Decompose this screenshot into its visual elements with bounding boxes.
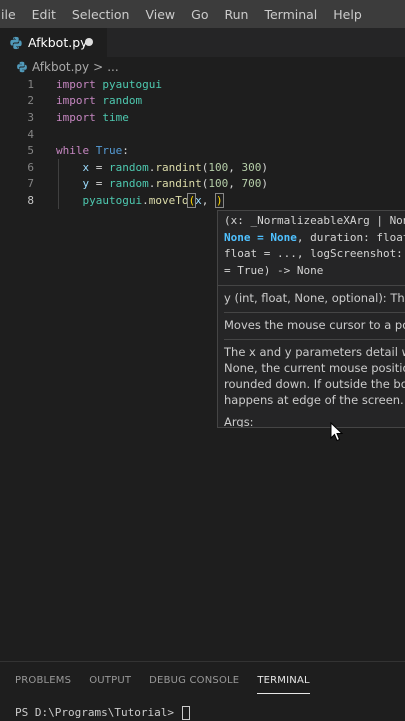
code-token: . [142, 193, 149, 207]
code-line[interactable]: 7 y = random.randint(100, 700) [0, 176, 405, 193]
code-token: random [102, 94, 143, 108]
line-number: 4 [27, 127, 34, 141]
menu-view[interactable]: View [137, 7, 183, 22]
code-token: 700 [241, 177, 262, 191]
mouse-pointer-icon [330, 422, 344, 442]
code-line[interactable]: 4 [0, 126, 405, 143]
line-number: 1 [27, 77, 34, 91]
code-text: while True: [56, 144, 129, 157]
code-token: moveTo [148, 193, 189, 207]
tab-label: Afkbot.py [28, 35, 88, 50]
bottom-panel: PROBLEMS OUTPUT DEBUG CONSOLE TERMINAL P… [0, 661, 405, 721]
code-token: x [195, 193, 202, 207]
menu-bar: ile Edit Selection View Go Run Terminal … [0, 0, 405, 28]
popup-divider [224, 339, 405, 340]
terminal-cursor [181, 706, 190, 720]
menu-terminal[interactable]: Terminal [256, 7, 325, 22]
signature-docs: y (int, float, None, optional): The y Mo… [218, 290, 405, 428]
code-text: import random [56, 94, 142, 107]
menu-file[interactable]: ile [0, 7, 24, 22]
line-number: 8 [27, 193, 34, 207]
code-line[interactable]: 6 x = random.randint(100, 300) [0, 159, 405, 176]
code-token: time [102, 110, 129, 124]
tab-output[interactable]: OUTPUT [89, 675, 131, 686]
code-token: pyautogui [102, 77, 162, 91]
detail-doc: The x and y parameters detail whe None, … [224, 345, 405, 407]
menu-selection[interactable]: Selection [64, 7, 138, 22]
popup-divider [224, 312, 405, 313]
signature-help-popup: (x: _NormalizeableXArg | None None = Non… [217, 210, 405, 428]
summary-doc: Moves the mouse cursor to a point [224, 318, 405, 332]
code-token: random [109, 177, 149, 191]
code-line[interactable]: 5 while True: [0, 142, 405, 159]
code-token: pyautogui [82, 193, 143, 207]
line-number: 7 [27, 177, 34, 191]
code-token: : [122, 144, 129, 158]
line-number: 6 [27, 160, 34, 174]
code-token: True [95, 144, 123, 158]
code-line[interactable]: 1 import pyautogui [0, 76, 405, 93]
code-line[interactable]: 3 import time [0, 109, 405, 126]
menu-go[interactable]: Go [183, 7, 216, 22]
terminal-prompt[interactable]: PS D:\Programs\Tutorial> [15, 706, 190, 720]
code-token: , [201, 193, 215, 207]
popup-divider [218, 285, 405, 286]
code-token: ) [215, 192, 224, 208]
tab-terminal[interactable]: TERMINAL [257, 675, 311, 694]
code-token: randint [155, 177, 202, 191]
tab-debug-console[interactable]: DEBUG CONSOLE [149, 675, 239, 686]
code-token: = [89, 177, 109, 191]
code-token: while [56, 144, 90, 158]
code-token: import [56, 110, 96, 124]
tab-problems[interactable]: PROBLEMS [15, 675, 71, 686]
signature-text: (x: _NormalizeableXArg | None None = Non… [224, 214, 405, 277]
unsaved-dot-icon[interactable] [85, 38, 93, 46]
line-number: 5 [27, 144, 34, 158]
python-file-icon [17, 61, 27, 73]
code-line[interactable]: 2 import random [0, 93, 405, 110]
code-token: random [109, 160, 149, 174]
args-heading: Args: [224, 415, 254, 428]
panel-tabs: PROBLEMS OUTPUT DEBUG CONSOLE TERMINAL [0, 662, 405, 698]
code-token: 100 [208, 160, 229, 174]
editor-tab-strip: Afkbot.py [0, 28, 405, 57]
code-token: import [56, 77, 96, 91]
line-number: 2 [27, 94, 34, 108]
code-text: x = random.randint(100, 300) [56, 161, 268, 174]
code-token: 100 [208, 177, 229, 191]
param-doc: y (int, float, None, optional): The y [224, 291, 405, 305]
code-token: randint [155, 160, 202, 174]
code-token: , [228, 177, 242, 191]
tab-afkbot[interactable]: Afkbot.py [0, 28, 107, 57]
code-text: import pyautogui [56, 78, 162, 91]
breadcrumb-file[interactable]: Afkbot.py [32, 60, 89, 74]
code-token: = [89, 160, 109, 174]
code-text: y = random.randint(100, 700) [56, 177, 268, 190]
code-text: pyautogui.moveTo(x, ) [56, 192, 224, 208]
code-token: import [56, 94, 96, 108]
code-token: , [228, 160, 242, 174]
menu-edit[interactable]: Edit [24, 7, 64, 22]
code-line[interactable]: 8 pyautogui.moveTo(x, ) [0, 192, 405, 209]
menu-run[interactable]: Run [216, 7, 256, 22]
line-number: 3 [27, 110, 34, 124]
python-file-icon [10, 36, 22, 49]
code-token: 300 [241, 160, 262, 174]
code-text: import time [56, 111, 129, 124]
breadcrumb-symbols[interactable]: ... [107, 60, 118, 74]
menu-help[interactable]: Help [325, 7, 370, 22]
code-token: ) [261, 160, 268, 174]
breadcrumb-separator: > [93, 60, 104, 74]
code-token: ) [261, 177, 268, 191]
breadcrumb: Afkbot.py > ... [0, 58, 405, 76]
